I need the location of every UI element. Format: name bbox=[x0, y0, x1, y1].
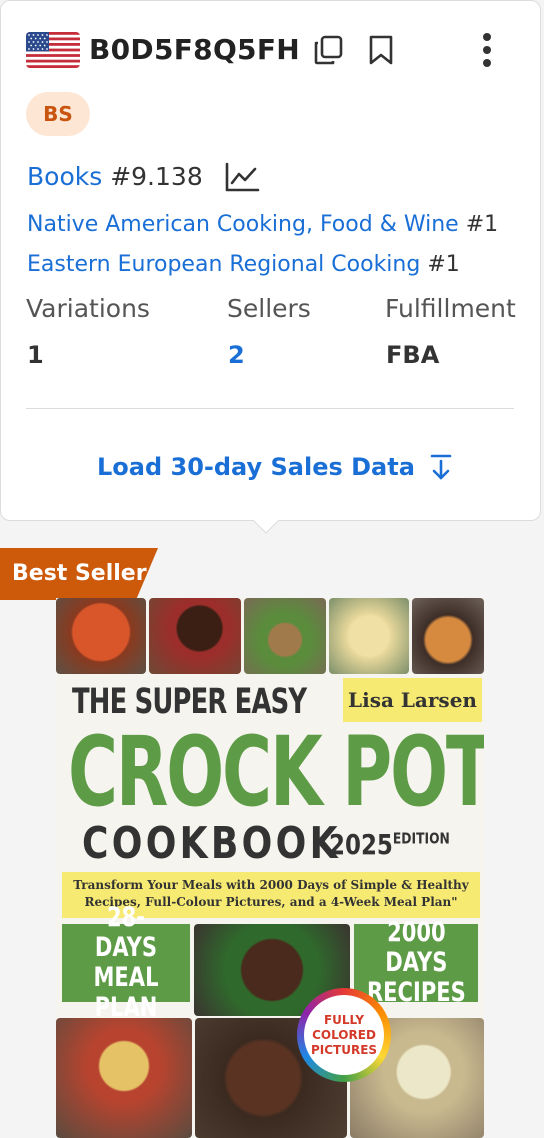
food-photo bbox=[149, 598, 241, 674]
cover-edition-label: EDITION bbox=[392, 829, 450, 848]
cover-title-line3: COOKBOOK bbox=[82, 818, 341, 869]
fully-colored-seal-text: FULLY COLORED PICTURES bbox=[304, 995, 384, 1075]
load-sales-data-label: Load 30-day Sales Data bbox=[97, 453, 415, 481]
cover-year: 2025 bbox=[329, 828, 393, 861]
product-image[interactable]: THE SUPER EASY Lisa Larsen CROCK POT COO… bbox=[56, 598, 484, 1138]
food-photo bbox=[244, 598, 326, 674]
category-rank: Books #9.138 bbox=[27, 159, 203, 195]
sellers-value[interactable]: 2 bbox=[228, 337, 245, 373]
cover-recipes-text: 2000 DAYS RECIPES bbox=[366, 917, 466, 1008]
copy-icon[interactable] bbox=[311, 33, 345, 67]
sub-rank-number: #1 bbox=[465, 212, 499, 237]
cover-edition: 2025EDITION bbox=[329, 828, 450, 861]
sub-rank-row: Eastern European Regional Cooking #1 bbox=[27, 249, 460, 281]
best-seller-ribbon-label: Best Seller bbox=[12, 561, 147, 586]
cover-meal-plan-block: 28-DAYS MEAL PLAN bbox=[62, 903, 190, 1023]
variations-label: Variations bbox=[26, 294, 150, 323]
cover-meal-plan-text: 28-DAYS MEAL PLAN bbox=[93, 902, 159, 1023]
fully-colored-seal: FULLY COLORED PICTURES bbox=[297, 988, 391, 1082]
food-photo bbox=[329, 598, 409, 674]
product-info-card: B0D5F8Q5FH BS Books #9.138 Native Americ… bbox=[0, 0, 541, 521]
category-link[interactable]: Books bbox=[27, 162, 102, 191]
download-arrow-icon bbox=[430, 454, 452, 480]
rank-chart-icon[interactable] bbox=[224, 161, 260, 195]
cover-title-line2: CROCK POT bbox=[68, 716, 484, 828]
us-flag-icon bbox=[26, 32, 80, 68]
sellers-label: Sellers bbox=[227, 294, 311, 323]
load-sales-data-button[interactable]: Load 30-day Sales Data bbox=[97, 447, 453, 487]
cover-recipes-block: 2000 DAYS RECIPES bbox=[354, 918, 478, 1008]
product-header: B0D5F8Q5FH bbox=[26, 29, 520, 69]
sub-rank-number: #1 bbox=[427, 252, 460, 277]
sub-category-link[interactable]: Native American Cooking, Food & Wine bbox=[27, 212, 459, 237]
asin-code[interactable]: B0D5F8Q5FH bbox=[89, 29, 300, 71]
category-rank-number: #9.138 bbox=[110, 162, 203, 191]
best-seller-badge: BS bbox=[26, 92, 90, 136]
bookmark-icon[interactable] bbox=[364, 33, 398, 67]
food-photo bbox=[412, 598, 484, 674]
food-photo bbox=[56, 1018, 192, 1138]
divider bbox=[26, 408, 514, 409]
fulfillment-label: Fulfillment bbox=[385, 294, 516, 323]
more-options-icon[interactable] bbox=[470, 33, 504, 67]
fulfillment-value: FBA bbox=[386, 341, 440, 369]
variations-value: 1 bbox=[27, 341, 44, 369]
sub-category-link[interactable]: Eastern European Regional Cooking bbox=[27, 252, 420, 277]
sub-rank-row: Native American Cooking, Food & Wine #1 bbox=[27, 209, 498, 241]
food-photo bbox=[56, 598, 146, 674]
